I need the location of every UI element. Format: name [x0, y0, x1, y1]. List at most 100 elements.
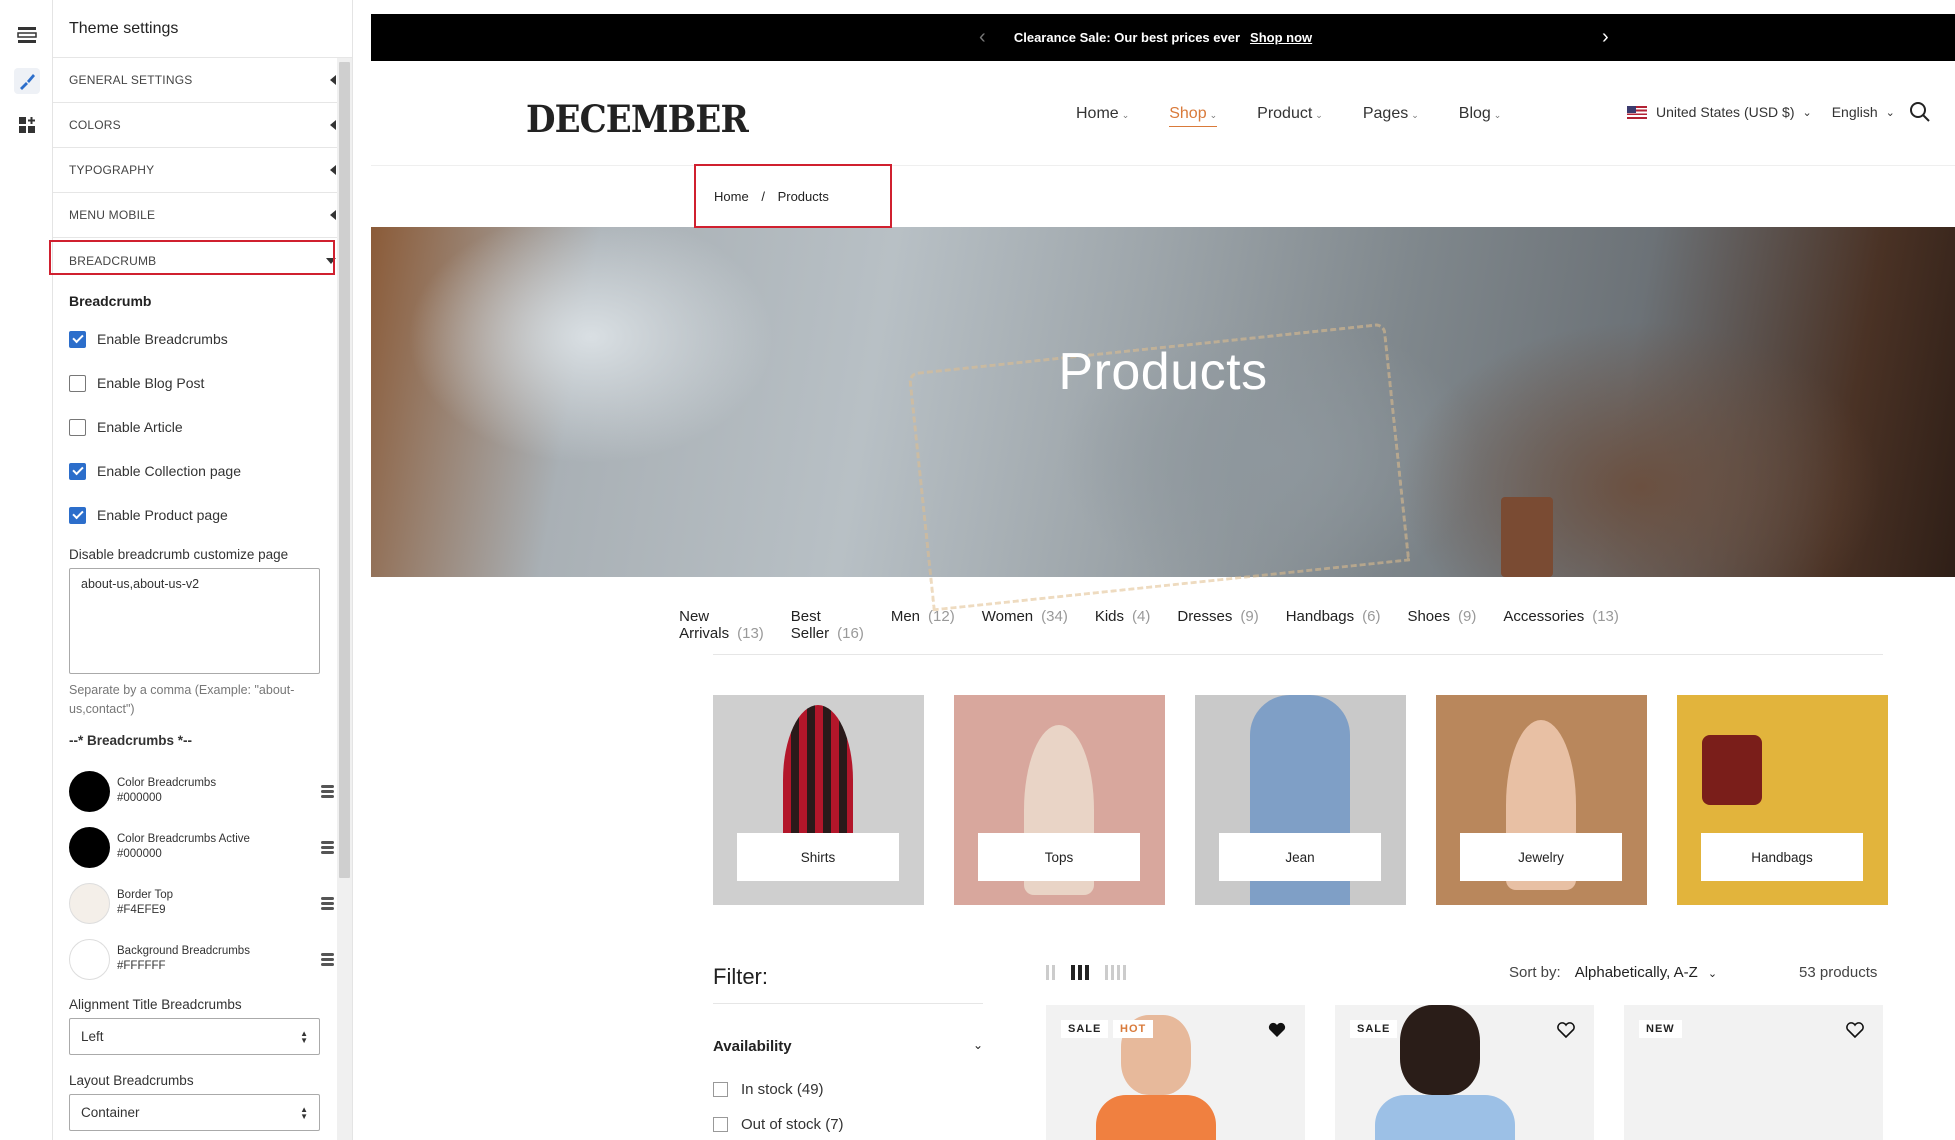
collection-tile-handbags[interactable]: Handbags: [1677, 695, 1888, 905]
color-swatch[interactable]: [69, 938, 110, 980]
sale-badge: SALE: [1061, 1020, 1109, 1038]
category-link[interactable]: Handbags (6): [1286, 608, 1381, 642]
layout-select[interactable]: Container ▲ ▼: [69, 1094, 320, 1131]
apps-icon[interactable]: [14, 112, 40, 138]
language-selector[interactable]: English: [1832, 104, 1878, 120]
checkbox-enable-article[interactable]: Enable Article: [69, 405, 336, 449]
checkbox-unchecked-icon[interactable]: [713, 1117, 728, 1132]
database-icon[interactable]: [318, 896, 336, 910]
grid-3-icon[interactable]: [1071, 965, 1089, 980]
checkbox-checked-icon[interactable]: [69, 462, 86, 480]
heart-outline-icon[interactable]: [1556, 1020, 1576, 1040]
heart-outline-icon[interactable]: [1845, 1020, 1865, 1040]
chevron-down-icon: ⌄: [1885, 106, 1895, 119]
site-header: DECEMBER Home ⌄ Shop ⌄ Product ⌄ Pages ⌄ Blo…: [371, 61, 1955, 166]
sale-badge: SALE: [1350, 1020, 1398, 1038]
availability-filter[interactable]: Availability ⌄: [713, 1038, 983, 1055]
category-link[interactable]: Men (12): [891, 608, 955, 642]
product-card[interactable]: NEW: [1624, 1005, 1883, 1140]
checkbox-checked-icon[interactable]: [69, 506, 86, 524]
section-general-settings[interactable]: GENERAL SETTINGS: [53, 58, 352, 103]
select-arrows-icon: ▲ ▼: [300, 1028, 308, 1045]
section-breadcrumb[interactable]: BREADCRUMB: [53, 238, 352, 283]
category-link[interactable]: Dresses (9): [1177, 608, 1258, 642]
filter-out-of-stock[interactable]: Out of stock (7): [713, 1116, 844, 1133]
section-menu-mobile[interactable]: MENU MOBILE: [53, 193, 352, 238]
collection-tile-jean[interactable]: Jean: [1195, 695, 1406, 905]
color-breadcrumbs-setting[interactable]: Color Breadcrumbs #000000: [69, 763, 336, 819]
database-icon[interactable]: [318, 784, 336, 798]
section-typography[interactable]: TYPOGRAPHY: [53, 148, 352, 193]
site-logo[interactable]: DECEMBER: [526, 97, 749, 141]
announcement-bar: ‹ Clearance Sale: Our best prices ever S…: [371, 14, 1955, 61]
checkbox-checked-icon[interactable]: [69, 330, 86, 348]
disable-breadcrumb-textarea[interactable]: about-us,about-us-v2: [69, 568, 320, 674]
section-colors[interactable]: COLORS: [53, 103, 352, 148]
checkbox-unchecked-icon[interactable]: [713, 1082, 728, 1097]
checkbox-enable-breadcrumbs[interactable]: Enable Breadcrumbs: [69, 317, 336, 361]
prev-arrow-icon[interactable]: ‹: [979, 26, 986, 49]
help-text: Separate by a comma (Example: "about-us,…: [69, 683, 295, 716]
scrollbar-thumb[interactable]: [339, 62, 350, 878]
checkbox-enable-collection-page[interactable]: Enable Collection page: [69, 449, 336, 493]
category-link[interactable]: Women (34): [982, 608, 1068, 642]
category-link[interactable]: Accessories (13): [1503, 608, 1619, 642]
chevron-down-icon: ⌄: [1411, 110, 1419, 120]
theme-settings-brush-icon[interactable]: [14, 68, 40, 94]
breadcrumb-home[interactable]: Home: [714, 189, 749, 204]
product-image: [1375, 1095, 1515, 1140]
collection-tile-tops[interactable]: Tops: [954, 695, 1165, 905]
background-breadcrumbs-setting[interactable]: Background Breadcrumbs #FFFFFF: [69, 931, 336, 987]
category-link[interactable]: Best Seller (16): [791, 608, 864, 642]
checkbox-enable-product-page[interactable]: Enable Product page: [69, 493, 336, 537]
heart-filled-icon[interactable]: [1267, 1020, 1287, 1040]
divider: [713, 1003, 983, 1004]
next-arrow-icon[interactable]: ›: [1602, 26, 1609, 49]
currency-selector[interactable]: United States (USD $): [1656, 104, 1795, 120]
product-card[interactable]: SALE HOT: [1046, 1005, 1305, 1140]
collection-tile-jewelry[interactable]: Jewelry: [1436, 695, 1647, 905]
chevron-down-icon: ⌄: [1707, 968, 1718, 980]
editor-rail: [0, 0, 53, 1140]
product-image: [1096, 1095, 1216, 1140]
us-flag-icon: [1627, 105, 1647, 119]
alignment-select[interactable]: Left ▲ ▼: [69, 1018, 320, 1055]
product-card[interactable]: SALE: [1335, 1005, 1594, 1140]
color-swatch[interactable]: [69, 826, 110, 868]
category-link[interactable]: Shoes (9): [1407, 608, 1476, 642]
main-nav: Home ⌄ Shop ⌄ Product ⌄ Pages ⌄ Blog ⌄: [1076, 105, 1501, 127]
new-badge: NEW: [1639, 1020, 1682, 1038]
checkbox-enable-blog-post[interactable]: Enable Blog Post: [69, 361, 336, 405]
color-breadcrumbs-active-setting[interactable]: Color Breadcrumbs Active #000000: [69, 819, 336, 875]
nav-product[interactable]: Product ⌄: [1257, 105, 1323, 127]
nav-shop[interactable]: Shop ⌄: [1169, 105, 1218, 127]
breadcrumb-subtitle: Breadcrumb: [69, 293, 152, 309]
collapse-arrow-icon: [330, 210, 336, 220]
hot-badge: HOT: [1113, 1020, 1154, 1038]
grid-4-icon[interactable]: [1105, 965, 1126, 980]
database-icon[interactable]: [318, 840, 336, 854]
border-top-setting[interactable]: Border Top #F4EFE9: [69, 875, 336, 931]
shop-now-link[interactable]: Shop now: [1250, 30, 1312, 45]
theme-settings-panel: Theme settings GENERAL SETTINGS COLORS T…: [53, 0, 353, 1140]
header-locale: United States (USD $) ⌄ English ⌄: [1627, 104, 1895, 120]
checkbox-unchecked-icon[interactable]: [69, 418, 86, 436]
database-icon[interactable]: [318, 952, 336, 966]
filter-in-stock[interactable]: In stock (49): [713, 1081, 824, 1098]
category-link[interactable]: New Arrivals (13): [679, 608, 764, 642]
nav-blog[interactable]: Blog ⌄: [1459, 105, 1502, 127]
checkbox-unchecked-icon[interactable]: [69, 374, 86, 392]
chevron-down-icon: ⌄: [1802, 106, 1812, 119]
color-swatch[interactable]: [69, 882, 110, 924]
category-link[interactable]: Kids (4): [1095, 608, 1151, 642]
sort-select[interactable]: Alphabetically, A-Z: [1575, 964, 1698, 981]
color-swatch[interactable]: [69, 770, 110, 812]
collection-tile-shirts[interactable]: Shirts: [713, 695, 924, 905]
hero-image-label: [1501, 497, 1553, 577]
search-icon[interactable]: [1909, 101, 1931, 123]
nav-home[interactable]: Home ⌄: [1076, 105, 1129, 127]
grid-2-icon[interactable]: [1046, 965, 1055, 980]
sort-control[interactable]: Sort by: Alphabetically, A-Z ⌄: [1509, 964, 1717, 981]
sections-icon[interactable]: [14, 22, 40, 48]
nav-pages[interactable]: Pages ⌄: [1363, 105, 1419, 127]
